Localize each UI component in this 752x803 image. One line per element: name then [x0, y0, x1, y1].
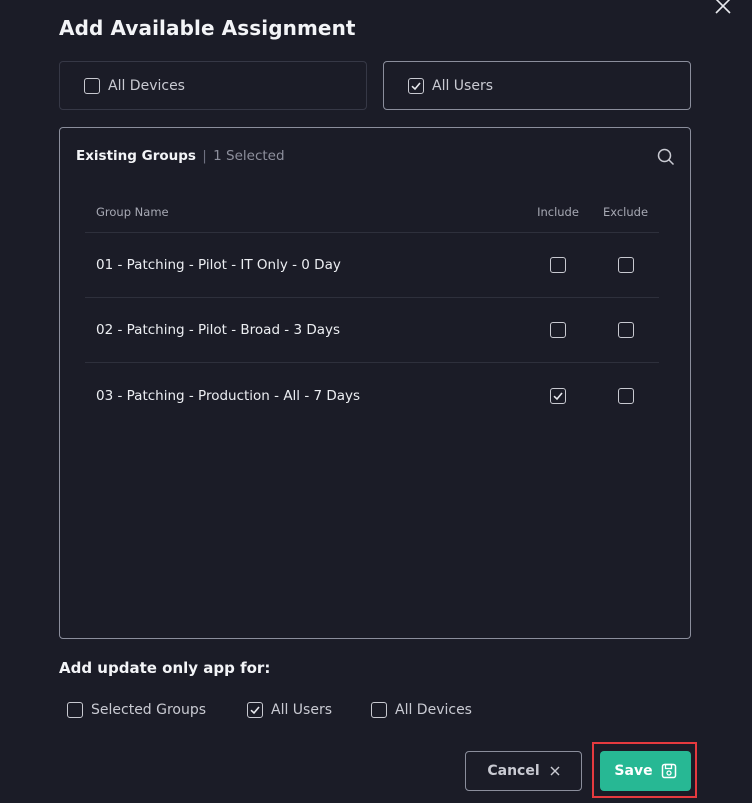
close-icon — [550, 766, 560, 776]
all-users-label: All Users — [432, 77, 494, 94]
search-button[interactable] — [656, 147, 676, 167]
table-row: 03 - Patching - Production - All - 7 Day… — [85, 363, 659, 428]
exclude-checkbox[interactable] — [617, 387, 634, 404]
save-button[interactable]: Save — [600, 751, 691, 791]
existing-groups-panel: Existing Groups | 1 Selected Group Name … — [59, 127, 691, 639]
group-name: 01 - Patching - Pilot - IT Only - 0 Day — [96, 257, 341, 273]
groups-header: Existing Groups | 1 Selected — [76, 148, 285, 164]
table-row: 01 - Patching - Pilot - IT Only - 0 Day — [85, 233, 659, 298]
all-devices-option[interactable]: All Devices — [59, 61, 367, 110]
update-only-options: Selected Groups All Users All Devices — [67, 702, 472, 718]
update-all-devices-label: All Devices — [395, 702, 472, 718]
include-checkbox[interactable] — [550, 387, 566, 404]
update-all-users-label: All Users — [271, 702, 333, 718]
table-header: Group Name Include Exclude — [85, 192, 659, 233]
save-label: Save — [614, 763, 653, 779]
exclude-checkbox[interactable] — [617, 322, 634, 338]
save-icon — [661, 763, 676, 779]
dialog-title: Add Available Assignment — [59, 16, 356, 40]
column-group-name: Group Name — [96, 205, 169, 219]
selected-count: 1 Selected — [213, 148, 285, 164]
selected-groups-label: Selected Groups — [91, 702, 207, 718]
exclude-checkbox[interactable] — [617, 257, 634, 273]
update-all-devices-checkbox[interactable] — [371, 702, 387, 718]
selected-groups-checkbox[interactable] — [67, 702, 83, 718]
search-icon — [657, 148, 675, 166]
save-highlight: Save — [592, 742, 697, 798]
update-all-users-option[interactable]: All Users — [247, 702, 371, 718]
all-users-option[interactable]: All Users — [383, 61, 691, 110]
update-all-users-checkbox[interactable] — [247, 702, 263, 718]
groups-table: Group Name Include Exclude 01 - Patching… — [85, 192, 659, 428]
cancel-button[interactable]: Cancel — [465, 751, 582, 791]
include-checkbox[interactable] — [550, 257, 566, 273]
group-name: 03 - Patching - Production - All - 7 Day… — [96, 387, 361, 404]
header-separator: | — [202, 148, 207, 164]
cancel-label: Cancel — [487, 763, 540, 779]
group-name: 02 - Patching - Pilot - Broad - 3 Days — [96, 322, 341, 338]
table-row: 02 - Patching - Pilot - Broad - 3 Days — [85, 298, 659, 363]
all-devices-label: All Devices — [108, 77, 185, 94]
column-include: Include — [537, 205, 579, 219]
close-icon — [715, 0, 731, 14]
update-all-devices-option[interactable]: All Devices — [371, 702, 472, 718]
existing-groups-label: Existing Groups — [76, 148, 196, 164]
selected-groups-option[interactable]: Selected Groups — [67, 702, 247, 718]
update-only-title: Add update only app for: — [59, 659, 271, 677]
close-button[interactable] — [708, 0, 736, 20]
include-checkbox[interactable] — [550, 322, 566, 338]
column-exclude: Exclude — [602, 205, 649, 219]
all-devices-checkbox[interactable] — [84, 77, 100, 94]
all-users-checkbox[interactable] — [408, 77, 424, 94]
